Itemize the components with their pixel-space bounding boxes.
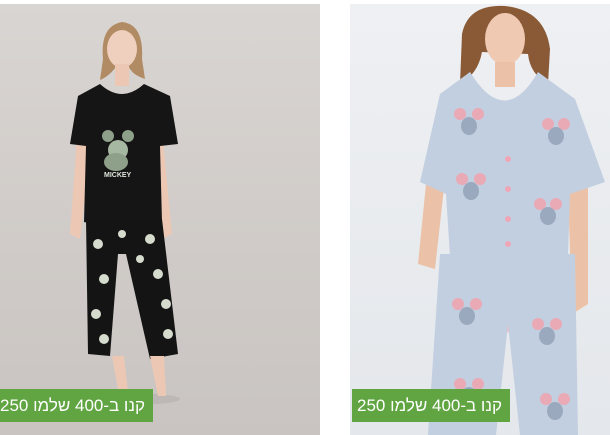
promo-badge[interactable]: קנו ב-400 שלמו 250 — [352, 389, 510, 422]
product-image-mouse-print[interactable] — [350, 4, 610, 435]
promo-badge[interactable]: קנו ב-400 שלמו 250 — [0, 389, 153, 422]
shirt-print-text: MICKEY — [104, 172, 132, 179]
product-card-mickey[interactable]: MICKEY קנו ב-400 שלמו 250 — [0, 4, 320, 435]
product-image-mickey[interactable]: MICKEY — [0, 4, 320, 435]
product-card-mouse-print[interactable]: קנו ב-400 שלמו 250 — [350, 4, 610, 435]
